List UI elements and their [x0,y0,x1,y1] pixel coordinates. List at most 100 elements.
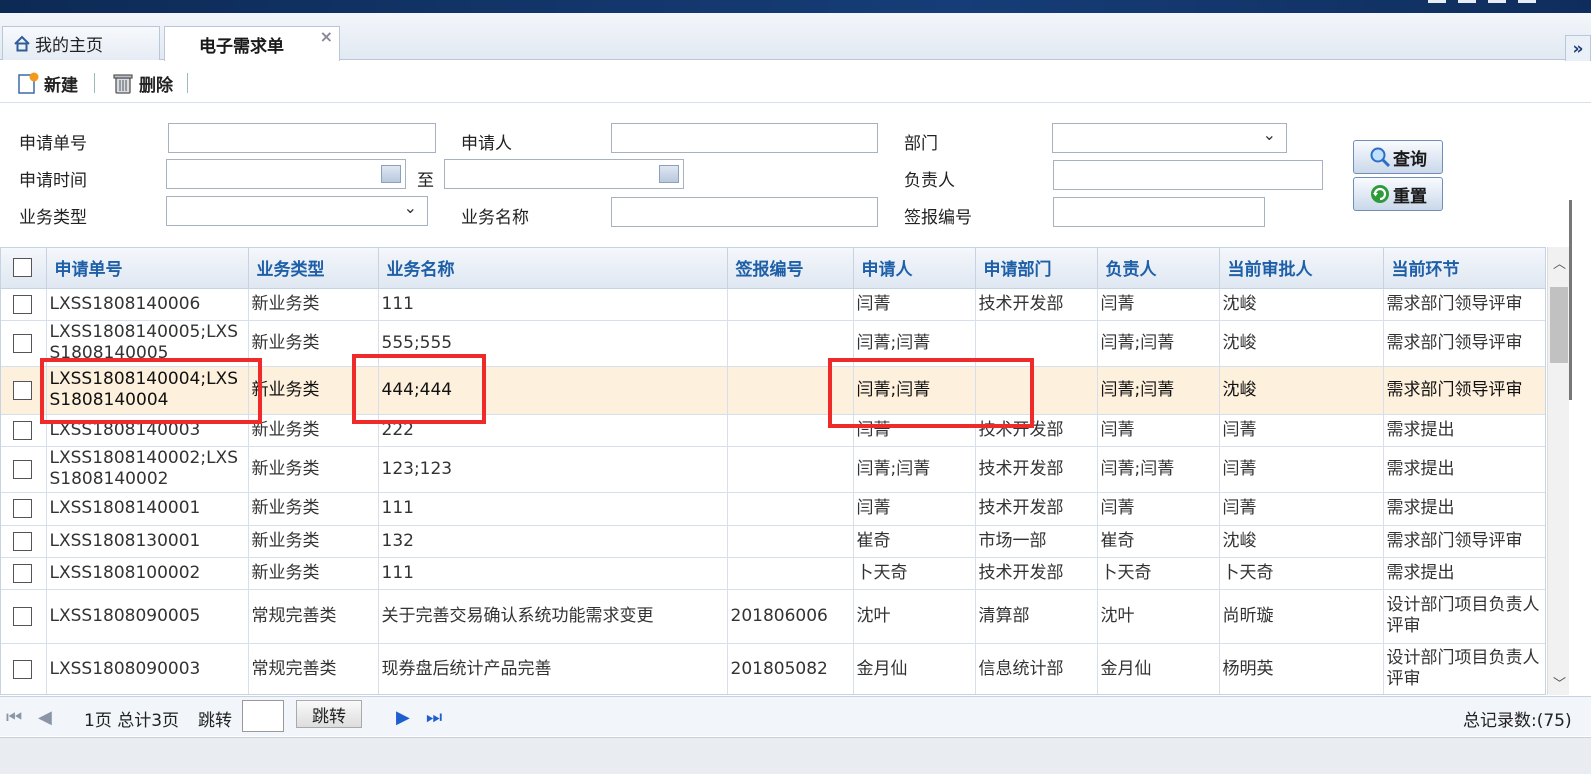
row-select-cell[interactable] [1,557,47,590]
column-header[interactable]: 申请单号 [46,248,249,289]
sign-no-input[interactable] [1053,197,1265,227]
table-row[interactable]: LXSS1808090005 常规完善类 关于完善交易确认系统功能需求变更 20180… [1,589,1545,644]
cell-text: 常规完善类 [251,605,337,626]
req-no-label: 申请单号 [19,134,87,154]
cell-text: 需求部门领导评审 [1386,530,1523,551]
row-select-cell[interactable] [1,288,47,321]
reset-button[interactable]: 重置 [1353,177,1443,211]
biz-name-label: 业务名称 [461,208,529,228]
column-header[interactable]: 当前审批人 [1219,248,1384,289]
prev-page-icon[interactable]: ◀ [38,707,52,728]
dept-select[interactable] [1052,123,1287,153]
pagination-bar: ⏮ ◀ 1页 总计3页 跳转 跳转 ▶ ⏭ 总记录数:(75) [0,696,1591,736]
column-header[interactable]: 负责人 [1097,248,1220,289]
collapse-tabs-icon[interactable]: » [1565,35,1591,63]
table-cell: 沈叶 [1097,589,1220,644]
row-checkbox[interactable] [13,659,33,679]
close-tab-icon[interactable]: × [320,27,333,46]
table-cell [727,557,854,590]
owner-input[interactable] [1053,160,1323,190]
column-header[interactable]: 业务类型 [248,248,379,289]
biz-type-select[interactable] [166,196,428,226]
applicant-input[interactable] [611,123,878,153]
select-all-cell[interactable] [1,248,47,289]
table-header-row: 申请单号 业务类型 业务名称 签报编号 申请人 申请部门 负责人 当前审批人 当… [1,248,1545,289]
table-cell: 清算部 [975,589,1098,644]
row-select-cell[interactable] [1,589,47,644]
table-cell: 需求部门领导评审 [1383,320,1545,367]
cell-text: 111 [381,498,414,518]
row-checkbox[interactable] [13,531,33,551]
cell-text: 闫菁;闫菁 [1100,379,1175,400]
table-cell: 崔奇 [853,525,976,558]
cell-text: 技术开发部 [978,293,1064,314]
next-page-icon[interactable]: ▶ [396,707,410,728]
table-row[interactable]: LXSS1808140002;LXSS1808140002 新业务类 123;123… [1,446,1545,493]
jump-button[interactable]: 跳转 [296,700,362,728]
row-checkbox[interactable] [13,333,33,353]
new-doc-icon [18,72,39,94]
column-header[interactable]: 当前环节 [1383,248,1545,289]
maximize-icon[interactable] [1488,0,1506,3]
table-cell: LXSS1808140002;LXSS1808140002 [46,446,249,493]
table-cell: LXSS1808090005 [46,589,249,644]
page-number-input[interactable] [242,700,284,732]
first-page-icon[interactable]: ⏮ [6,707,22,728]
restore-icon[interactable] [1458,0,1476,3]
table-scrollbar[interactable]: ︿ ﹀ [1547,247,1569,695]
cell-text: 闫菁 [1100,498,1135,518]
column-header[interactable]: 申请部门 [975,248,1098,289]
annotation-box [40,358,262,424]
scroll-down-icon[interactable]: ﹀ [1553,673,1566,692]
table-row[interactable]: LXSS1808140006 新业务类 111 闫菁 技术开发部 闫菁 沈峻 需求部门领导评审 [1,288,1545,321]
row-checkbox[interactable] [13,294,33,314]
row-select-cell[interactable] [1,446,47,493]
row-select-cell[interactable] [1,643,47,694]
delete-button[interactable]: 删除 [111,69,173,97]
calendar-icon[interactable] [659,165,679,183]
table-row[interactable]: LXSS1808100002 新业务类 111 卜天奇 技术开发部 卜天奇 卜天奇 需求提出 [1,557,1545,590]
close-window-icon[interactable] [1518,0,1536,3]
table-cell [727,525,854,558]
row-select-cell[interactable] [1,525,47,558]
biz-name-input[interactable] [611,197,878,227]
row-checkbox[interactable] [13,499,33,518]
req-time-end-input[interactable] [444,159,684,189]
tab-demand-form-label: 电子需求单 [199,36,284,57]
row-checkbox[interactable] [13,420,33,440]
select-all-checkbox[interactable] [13,258,33,278]
row-checkbox[interactable] [13,606,33,626]
cell-text: 新业务类 [251,498,320,518]
req-time-start-input[interactable] [166,159,406,189]
req-no-input[interactable] [168,123,436,153]
table-row[interactable]: LXSS1808130001 新业务类 132 崔奇 市场一部 崔奇 沈峻 需求部门领导评审 [1,525,1545,558]
row-select-cell[interactable] [1,492,47,526]
calendar-icon[interactable] [381,165,401,183]
cell-text: 需求提出 [1386,498,1455,518]
last-page-icon[interactable]: ⏭ [426,707,442,728]
cell-text: 闫菁;闫菁 [856,458,931,479]
tab-home[interactable]: 我的主页 [2,26,160,60]
row-checkbox[interactable] [13,459,33,479]
column-header[interactable]: 签报编号 [727,248,854,289]
table-cell: 金月仙 [1097,643,1220,694]
column-header[interactable]: 申请人 [853,248,976,289]
scroll-up-icon[interactable]: ︿ [1553,253,1566,272]
page-scroll-thumb[interactable] [1569,200,1572,400]
table-row[interactable]: LXSS1808090003 常规完善类 现券盘后统计产品完善 201805082 金月… [1,643,1545,694]
cell-text: 金月仙 [1100,658,1152,679]
table-cell: 卜天奇 [1219,557,1384,590]
page-info: 1页 总计3页 [84,711,180,731]
query-button[interactable]: 查询 [1353,140,1443,174]
table-row[interactable]: LXSS1808140001 新业务类 111 闫菁 技术开发部 闫菁 闫菁 需求提出 [1,492,1545,526]
scroll-thumb[interactable] [1550,287,1568,363]
row-checkbox[interactable] [13,563,33,583]
table-cell: 技术开发部 [975,288,1098,321]
cell-text: 需求提出 [1386,562,1455,583]
column-header[interactable]: 业务名称 [378,248,728,289]
minimize-icon[interactable] [1428,0,1446,3]
new-button[interactable]: 新建 [16,69,78,97]
tab-demand-form[interactable]: 电子需求单 × [164,26,340,61]
table-cell [727,288,854,321]
row-checkbox[interactable] [13,380,33,400]
